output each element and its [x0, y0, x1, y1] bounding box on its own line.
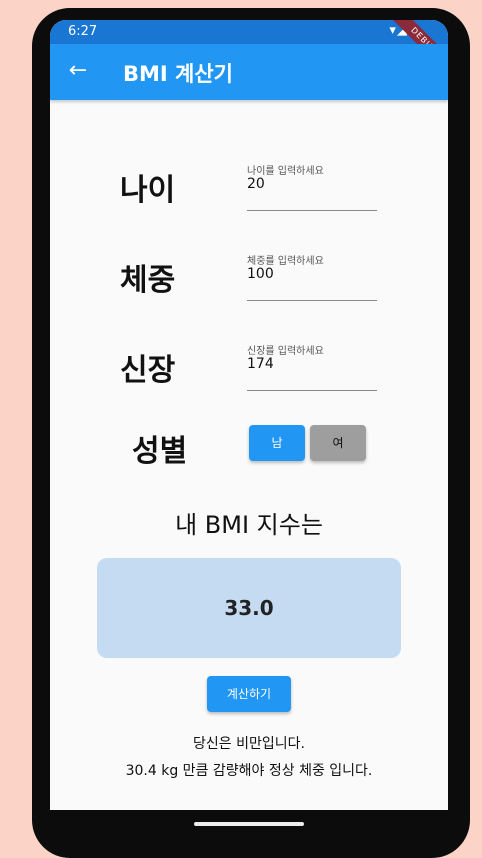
bmi-status-text: 당신은 비만입니다. [193, 736, 305, 752]
status-time: 6:27 [68, 24, 98, 39]
home-indicator[interactable] [194, 822, 304, 826]
height-field-value: 174 [247, 356, 274, 372]
page-title: BMI 계산기 [123, 62, 233, 86]
height-field-hint: 신장를 입력하세요 [247, 346, 324, 357]
weight-field-hint: 체중를 입력하세요 [247, 256, 324, 267]
bmi-value: 33.0 [224, 596, 274, 620]
status-bar: 6:27 ▾◢▮ DEBUG [50, 20, 448, 82]
app-bar: ← BMI 계산기 [50, 44, 448, 100]
calculate-button[interactable]: 계산하기 [207, 676, 291, 712]
height-field[interactable]: 신장를 입력하세요 174 [247, 342, 377, 391]
result-title: 내 BMI 지수는 [175, 511, 323, 539]
back-arrow-icon[interactable]: ← [64, 58, 92, 86]
height-label: 신장 [120, 353, 176, 388]
bmi-result-box: 33.0 [97, 558, 401, 658]
app-screen: 6:27 ▾◢▮ DEBUG ← BMI 계산기 나이 나이를 입력하세요 20… [50, 20, 448, 810]
male-button[interactable]: 남 [249, 425, 305, 461]
weight-field-value: 100 [247, 266, 274, 282]
age-field-hint: 나이를 입력하세요 [247, 166, 324, 177]
bmi-advice-text: 30.4 kg 만큼 감량해야 정상 체중 입니다. [125, 763, 373, 779]
weight-label: 체중 [120, 263, 176, 298]
female-button[interactable]: 여 [310, 425, 366, 461]
age-field[interactable]: 나이를 입력하세요 20 [247, 162, 377, 211]
age-label: 나이 [120, 173, 176, 208]
weight-field[interactable]: 체중를 입력하세요 100 [247, 252, 377, 301]
age-field-value: 20 [247, 176, 265, 192]
gender-label: 성별 [132, 434, 188, 469]
